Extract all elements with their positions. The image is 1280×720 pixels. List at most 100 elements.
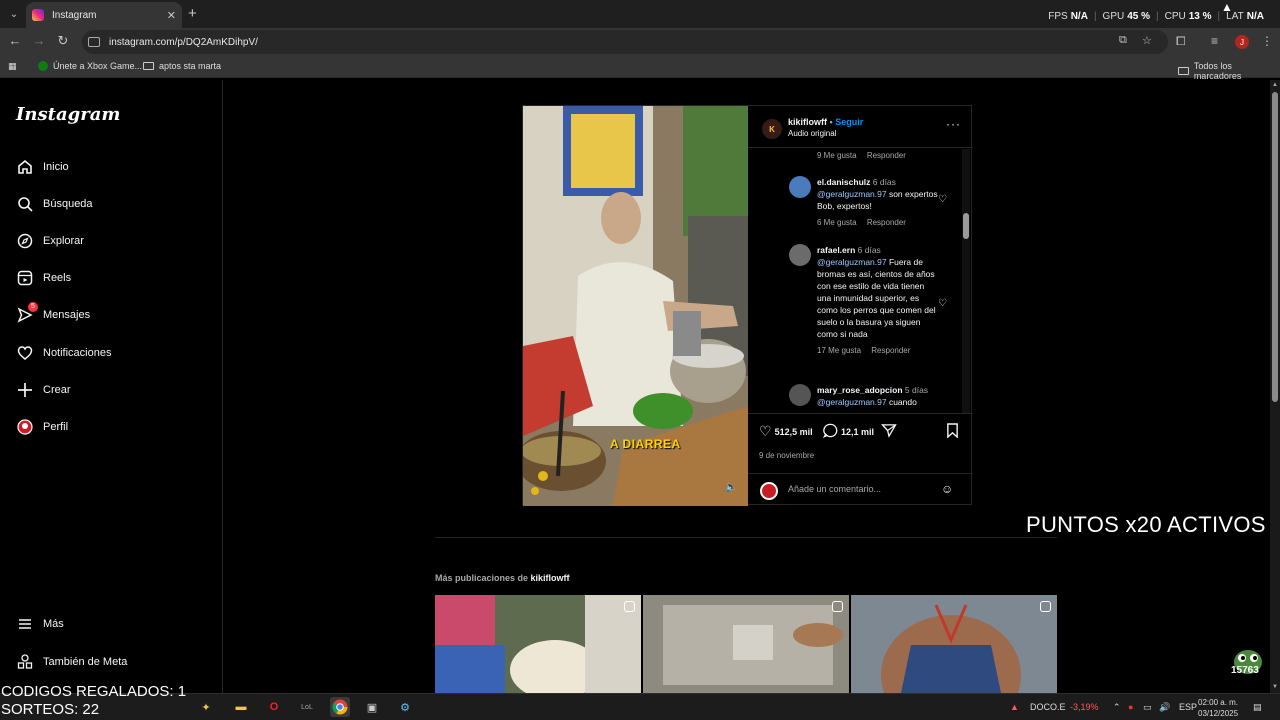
sidebar-item-reels[interactable]: Reels bbox=[16, 266, 71, 290]
grid-post[interactable] bbox=[435, 595, 641, 693]
sidebar-item-mas[interactable]: Más bbox=[16, 612, 64, 636]
scroll-up-icon[interactable]: ▲ bbox=[1272, 82, 1278, 88]
app-window-icon[interactable]: ▣ bbox=[362, 697, 382, 717]
author-avatar[interactable]: K bbox=[762, 119, 782, 139]
steam-icon[interactable]: ⚙ bbox=[395, 697, 415, 717]
back-button[interactable]: ← bbox=[6, 33, 24, 48]
comment-input[interactable]: Añade un comentario... bbox=[788, 484, 881, 494]
forward-button[interactable]: → bbox=[30, 33, 48, 48]
more-options-icon[interactable]: ··· bbox=[946, 117, 961, 131]
notification-center-icon[interactable]: ▤ bbox=[1253, 702, 1262, 713]
reel-icon bbox=[1040, 601, 1051, 612]
file-explorer-icon[interactable]: ▬ bbox=[231, 697, 251, 717]
address-bar[interactable]: instagram.com/p/DQ2AmKDihpV/ bbox=[82, 30, 1168, 54]
language-indicator[interactable]: ESP bbox=[1179, 702, 1197, 712]
commenter-avatar[interactable] bbox=[789, 384, 811, 406]
apps-grid-icon[interactable]: ▦ bbox=[8, 61, 17, 72]
xbox-icon bbox=[38, 61, 48, 71]
commenter-avatar[interactable] bbox=[789, 176, 811, 198]
tab-instagram[interactable]: Instagram ✕ bbox=[26, 2, 182, 28]
instagram-page: Instagram Inicio Búsqueda Explorar Reels bbox=[0, 80, 1270, 693]
grid-post[interactable] bbox=[851, 595, 1057, 693]
league-launcher-icon[interactable]: LoL bbox=[297, 697, 317, 717]
heart-icon bbox=[16, 345, 33, 362]
comment-item: rafael.ern 6 días @geralguzman.97 Fuera … bbox=[789, 244, 937, 355]
add-comment-bar: Añade un comentario... ☺ bbox=[748, 473, 973, 506]
share-button[interactable] bbox=[881, 423, 897, 438]
like-button[interactable]: ♡ 512,5 mil bbox=[759, 423, 813, 440]
sidebar-item-notificaciones[interactable]: Notificaciones bbox=[16, 341, 111, 365]
emoji-icon[interactable]: ☺ bbox=[941, 482, 953, 496]
reload-button[interactable]: ↻ bbox=[54, 33, 72, 49]
page-scroll-thumb[interactable] bbox=[1272, 92, 1278, 402]
messages-badge: 5 bbox=[28, 301, 38, 312]
copilot-icon[interactable]: ✦ bbox=[196, 697, 216, 717]
reel-icon bbox=[624, 601, 635, 612]
sidebar-item-explorar[interactable]: Explorar bbox=[16, 229, 84, 253]
stock-name[interactable]: DOCO.E bbox=[1030, 702, 1066, 712]
like-comment-icon[interactable]: ♡ bbox=[938, 298, 947, 309]
speaker-icon[interactable]: 🔈 bbox=[725, 482, 737, 493]
commenter-avatar[interactable] bbox=[789, 244, 811, 266]
all-bookmarks[interactable]: Todos los marcadores bbox=[1178, 61, 1280, 81]
extensions-icon[interactable]: ⧠ bbox=[1176, 34, 1186, 49]
bookmark-xbox[interactable]: Únete a Xbox Game... bbox=[38, 61, 142, 71]
grid-post[interactable] bbox=[643, 595, 849, 693]
comment-count: 12,1 mil bbox=[841, 426, 875, 437]
reel-icon bbox=[832, 601, 843, 612]
clock[interactable]: 02:00 a. m. 03/12/2025 bbox=[1198, 697, 1238, 719]
sidebar-item-mensajes[interactable]: 5 Mensajes bbox=[16, 301, 90, 327]
sidebar-item-meta[interactable]: También de Meta bbox=[16, 650, 127, 674]
new-tab-button[interactable]: + bbox=[188, 5, 197, 22]
sidebar-item-inicio[interactable]: Inicio bbox=[16, 155, 69, 179]
folder-icon bbox=[143, 62, 154, 70]
search-icon bbox=[16, 196, 33, 213]
tray-expand-icon[interactable]: ⌃ bbox=[1113, 702, 1121, 713]
hamburger-menu-icon bbox=[16, 616, 33, 633]
tab-strip: ⌄ Instagram ✕ + FPS N/A | GPU 45 % | CPU 13 %… bbox=[0, 0, 1280, 28]
post-actions: ♡ 512,5 mil 12,1 mil 9 de noviembre bbox=[748, 413, 973, 473]
post-date: 9 de noviembre bbox=[759, 451, 815, 460]
comment-button[interactable]: 12,1 mil bbox=[822, 423, 875, 440]
sidebar-item-crear[interactable]: Crear bbox=[16, 378, 71, 402]
sidebar-item-perfil[interactable]: Perfil bbox=[16, 415, 68, 439]
network-icon[interactable]: ▭ bbox=[1143, 702, 1152, 713]
opera-gx-icon[interactable]: O bbox=[264, 697, 284, 717]
comments-scrollbar[interactable] bbox=[962, 149, 970, 413]
comments-scroll-thumb[interactable] bbox=[963, 213, 969, 239]
comment-item: el.danischulz 6 días @geralguzman.97 son… bbox=[789, 176, 942, 227]
record-icon[interactable]: ● bbox=[1128, 702, 1133, 712]
url-text: instagram.com/p/DQ2AmKDihpV/ bbox=[109, 36, 258, 48]
post-video[interactable]: A DIARREA 🔈 bbox=[523, 106, 748, 506]
stock-change: -3,19% bbox=[1070, 702, 1099, 712]
like-count: 512,5 mil bbox=[774, 426, 813, 437]
more-posts-grid bbox=[435, 595, 1058, 693]
menu-kebab-icon[interactable]: ⋮ bbox=[1261, 34, 1273, 48]
like-comment-icon[interactable]: ♡ bbox=[938, 194, 947, 205]
chrome-icon[interactable] bbox=[330, 697, 350, 717]
audio-label[interactable]: Audio original bbox=[788, 129, 836, 138]
reels-icon bbox=[16, 270, 33, 287]
site-info-icon[interactable] bbox=[88, 37, 100, 47]
codigos-counter: CODIGOS REGALADOS: 1 bbox=[1, 683, 187, 700]
save-button[interactable] bbox=[946, 423, 959, 438]
bookmark-aptos[interactable]: aptos sta marta bbox=[143, 61, 221, 71]
sidebar-item-busqueda[interactable]: Búsqueda bbox=[16, 192, 93, 216]
messenger-icon: 5 bbox=[16, 301, 38, 324]
bookmark-star-icon[interactable]: ☆ bbox=[1142, 34, 1152, 47]
profile-avatar[interactable]: J bbox=[1235, 35, 1249, 49]
volume-icon[interactable]: 🔊 bbox=[1159, 702, 1170, 713]
instagram-logo[interactable]: Instagram bbox=[16, 104, 120, 125]
post-header: K kikiflowff • Seguir Audio original ··· bbox=[748, 106, 973, 148]
pepe-counter: 15763 bbox=[1231, 665, 1259, 676]
user-avatar bbox=[760, 482, 778, 500]
follow-button[interactable]: Seguir bbox=[835, 117, 863, 127]
meta-apps-icon bbox=[16, 654, 33, 671]
scroll-down-icon[interactable]: ▼ bbox=[1272, 684, 1278, 690]
more-posts-user[interactable]: kikiflowff bbox=[531, 573, 570, 583]
close-tab-icon[interactable]: ✕ bbox=[167, 9, 176, 22]
install-app-icon[interactable]: ⧉ bbox=[1119, 34, 1127, 47]
media-controls-icon[interactable]: ≡ bbox=[1211, 34, 1218, 48]
author-username[interactable]: kikiflowff bbox=[788, 117, 827, 127]
tab-search-button[interactable]: ⌄ bbox=[4, 4, 24, 24]
